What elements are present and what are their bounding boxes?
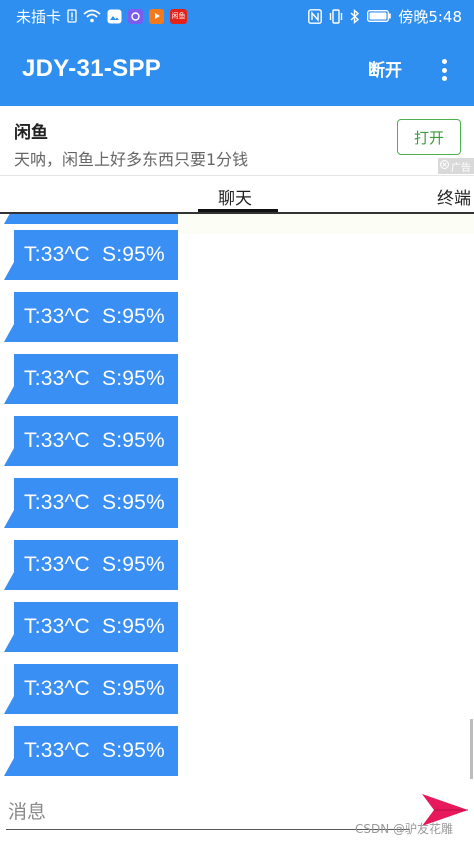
carrier-text: 未插卡 bbox=[16, 7, 62, 26]
message-input[interactable] bbox=[6, 794, 410, 830]
tab-active-indicator bbox=[198, 209, 278, 212]
message-bubble: T:33^C S:95% bbox=[4, 292, 178, 342]
app-notification-icon bbox=[128, 8, 144, 24]
wifi-icon bbox=[83, 9, 101, 23]
app-bar: JDY-31-SPP 断开 bbox=[0, 32, 474, 106]
ad-tag: 广告 bbox=[438, 158, 474, 174]
battery-icon bbox=[367, 10, 392, 22]
message-bubble: T:33^C S:95% bbox=[4, 354, 178, 404]
message-bubble: T:33^C S:95% bbox=[4, 478, 178, 528]
status-bar: 未插卡 闲鱼 傍晚5:48 bbox=[0, 0, 474, 32]
chat-message-list[interactable]: T:33^C S:95% T:33^C S:95% T:33^C S:95% T… bbox=[0, 214, 474, 784]
message-bubble: T:33^C S:95% bbox=[4, 726, 178, 776]
chat-highlight-strip bbox=[180, 214, 474, 234]
nfc-icon bbox=[308, 8, 323, 24]
message-bubble: T:33^C S:95% bbox=[4, 230, 178, 280]
chat-scrollbar[interactable] bbox=[470, 719, 473, 779]
disconnect-button[interactable]: 断开 bbox=[368, 56, 402, 81]
sim-warning-icon bbox=[67, 9, 77, 23]
ad-tag-label: 广告 bbox=[451, 162, 471, 174]
message-bubble: T:33^C S:95% bbox=[4, 540, 178, 590]
watermark: CSDN @驴友花雕 bbox=[355, 822, 454, 836]
ad-close-icon[interactable] bbox=[440, 160, 449, 172]
video-app-icon bbox=[149, 8, 165, 24]
tab-terminal[interactable]: 终端 bbox=[437, 184, 471, 209]
message-bubble: T:33^C S:95% bbox=[4, 664, 178, 714]
xianyu-app-icon: 闲鱼 bbox=[170, 8, 188, 24]
ad-open-button[interactable]: 打开 bbox=[397, 119, 461, 155]
gallery-icon bbox=[107, 9, 122, 24]
vibrate-icon bbox=[329, 8, 343, 24]
bluetooth-icon bbox=[350, 8, 360, 24]
tab-bar: 聊天 终端 bbox=[0, 176, 474, 214]
tab-chat[interactable]: 聊天 bbox=[218, 184, 252, 209]
message-input-bar: CSDN @驴友花雕 bbox=[0, 784, 474, 842]
app-title: JDY-31-SPP bbox=[22, 55, 162, 82]
clock-text: 傍晚5:48 bbox=[398, 7, 462, 26]
message-bubble: T:33^C S:95% bbox=[4, 416, 178, 466]
ad-banner[interactable]: 闲鱼 天呐，闲鱼上好多东西只要1分钱 打开 广告 bbox=[0, 106, 474, 176]
message-bubble: T:33^C S:95% bbox=[4, 602, 178, 652]
message-bubble-partial bbox=[4, 214, 178, 224]
more-options-icon[interactable] bbox=[434, 56, 454, 84]
ad-text: 天呐，闲鱼上好多东西只要1分钱 bbox=[14, 150, 249, 169]
ad-title: 闲鱼 bbox=[14, 123, 48, 143]
